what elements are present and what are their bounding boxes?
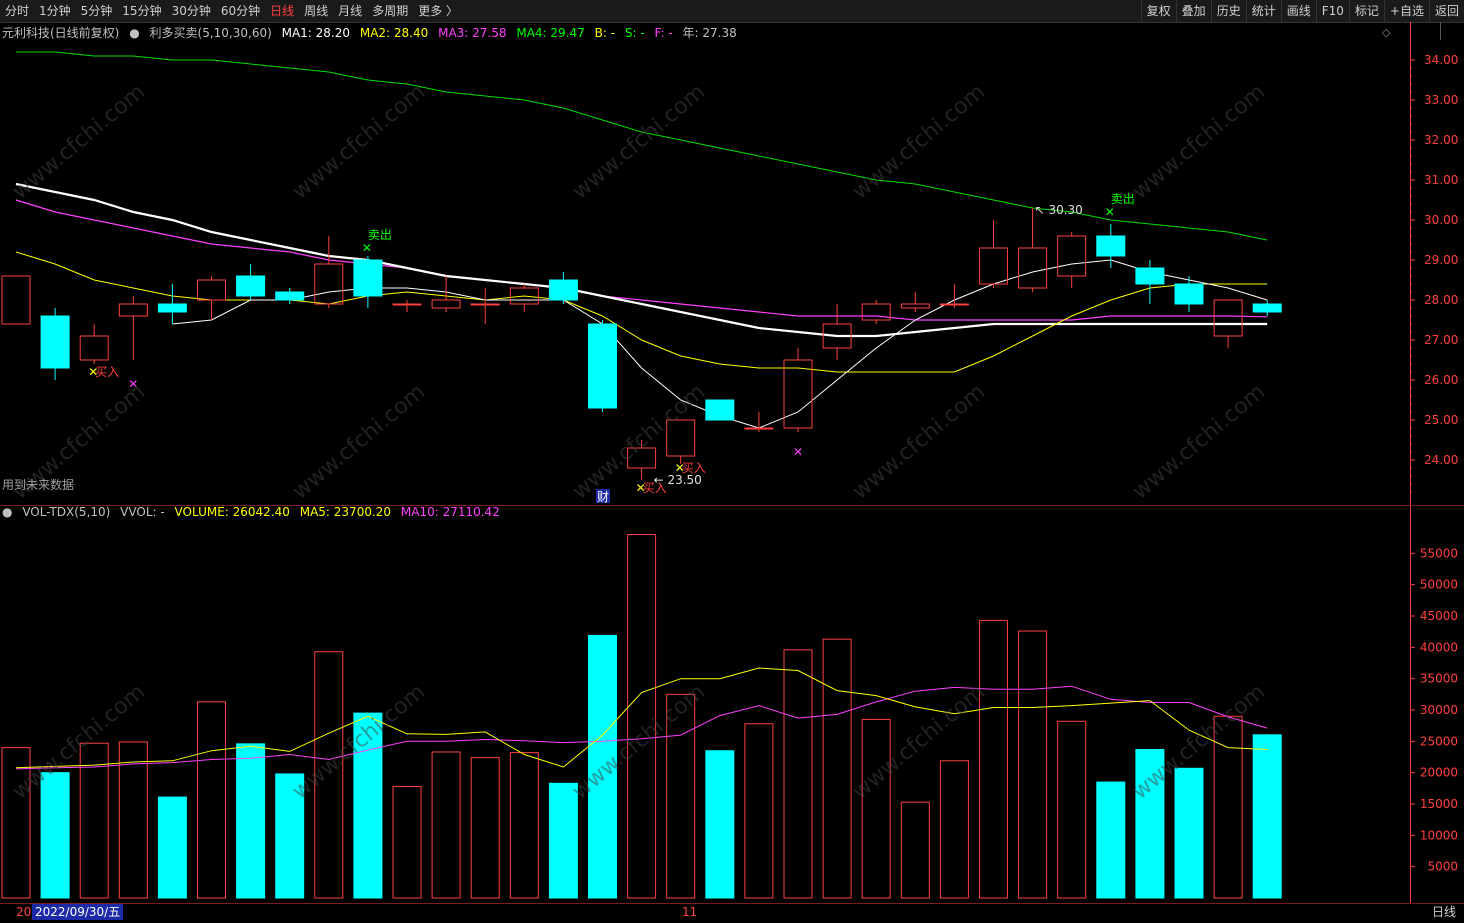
watermark: www.cfchi.com	[1128, 79, 1270, 204]
candle-body	[1174, 283, 1204, 305]
candle-body	[548, 279, 578, 301]
candle-body	[1252, 303, 1282, 313]
volume-tick-label: 15000	[1420, 797, 1458, 811]
volume-bar	[1174, 767, 1204, 899]
volume-bar	[705, 750, 735, 899]
volume-bar	[40, 772, 70, 899]
price-tick-label: 25.00	[1424, 413, 1458, 427]
sell-marker: ✕	[362, 241, 372, 255]
volume-tick-label: 55000	[1420, 546, 1458, 560]
volume-bar	[861, 718, 891, 899]
future-data-note: 用到未来数据	[2, 478, 75, 492]
volume-bar	[822, 638, 852, 899]
price-tick-label: 31.00	[1424, 173, 1458, 187]
candle-body	[275, 291, 305, 301]
price-tick-label: 26.00	[1424, 373, 1458, 387]
candle-body	[353, 259, 383, 297]
diamond-icon: ◇	[1382, 26, 1391, 39]
date-axis-bar	[0, 903, 1464, 923]
candle-body	[197, 279, 226, 301]
ma2-line	[15, 251, 1268, 373]
volume-bar	[118, 741, 148, 899]
volume-tick-label: 10000	[1420, 828, 1458, 842]
price-tick-label: 34.00	[1424, 53, 1458, 67]
candle-body	[157, 303, 187, 313]
volume-bar	[1252, 734, 1282, 899]
month-mark: 11	[682, 905, 698, 919]
chart-canvas[interactable]: ◇ 24.00 25.00 26.00 27.00 28.00 29.00 30.00 31.0…	[0, 0, 1464, 922]
candle-body	[1213, 299, 1243, 337]
cross-marker: ✕	[793, 445, 803, 459]
candle-body	[470, 303, 500, 306]
watermark: www.cfchi.com	[288, 379, 430, 504]
candle-body	[79, 335, 109, 361]
volume-bar	[197, 701, 226, 899]
volume-tick-label: 20000	[1420, 766, 1458, 780]
cursor-date: 2022/09/30/五	[32, 904, 124, 920]
volume-bar	[392, 785, 422, 899]
candle-body	[40, 315, 70, 369]
sell-marker: ✕	[1105, 205, 1115, 219]
candle-body	[1, 275, 31, 325]
volume-bar	[939, 760, 969, 899]
volume-bar	[431, 751, 461, 899]
price-tick-label: 28.00	[1424, 293, 1458, 307]
volume-bar	[157, 796, 187, 899]
volume-bar	[548, 782, 578, 899]
watermark: www.cfchi.com	[848, 79, 990, 204]
candle-body	[744, 427, 774, 430]
sell-label: 卖出	[368, 228, 392, 242]
sell-label: 卖出	[1111, 192, 1135, 206]
volume-bar	[1057, 720, 1087, 899]
volume-bar	[1018, 630, 1048, 899]
volume-bar	[979, 619, 1008, 899]
price-tick-label: 32.00	[1424, 133, 1458, 147]
price-tick-label: 27.00	[1424, 333, 1458, 347]
candle-body	[900, 303, 930, 309]
volume-tick-label: 5000	[1427, 860, 1458, 874]
high-label: ↖ 30.30	[1035, 203, 1083, 217]
candle-body	[314, 263, 344, 305]
volume-tick-label: 40000	[1420, 640, 1458, 654]
volume-bar	[470, 757, 500, 899]
price-tick-label: 30.00	[1424, 213, 1458, 227]
candle-body	[118, 303, 148, 317]
watermark: www.cfchi.com	[1128, 379, 1270, 504]
volume-bar	[783, 649, 813, 899]
volume-tick-label: 25000	[1420, 734, 1458, 748]
candle-body	[939, 303, 969, 306]
candle-body	[588, 323, 617, 409]
volume-bar	[900, 801, 930, 899]
candle-body	[431, 299, 461, 309]
volume-bar	[236, 743, 266, 899]
candle-body	[1096, 235, 1126, 257]
finance-mark: 财	[597, 490, 609, 504]
candle-body	[236, 275, 266, 297]
price-tick-label: 24.00	[1424, 453, 1458, 467]
watermark: www.cfchi.com	[848, 379, 990, 504]
volume-tick-label: 45000	[1420, 609, 1458, 623]
period-label[interactable]: 日线	[1432, 904, 1456, 920]
volume-bar	[1096, 781, 1126, 899]
low-label: ← 23.50	[654, 473, 702, 487]
volume-tick-label: 50000	[1420, 578, 1458, 592]
volume-tick-label: 35000	[1420, 672, 1458, 686]
candle-body	[1018, 247, 1048, 289]
volume-bar	[509, 752, 539, 899]
candle-body	[979, 247, 1008, 285]
candle-body	[1135, 267, 1165, 285]
buy-label: 买入	[95, 365, 119, 379]
ma3-line	[15, 199, 1268, 321]
volume-bar	[744, 723, 774, 899]
candle-body	[1057, 235, 1087, 277]
year-prefix: 20	[16, 905, 32, 919]
volume-tick-label: 30000	[1420, 703, 1458, 717]
price-tick-label: 33.00	[1424, 93, 1458, 107]
candle-body	[392, 303, 422, 306]
price-tick-label: 29.00	[1424, 253, 1458, 267]
candle-body	[783, 359, 813, 429]
candle-body	[705, 399, 735, 421]
watermark: www.cfchi.com	[288, 79, 430, 204]
watermark: www.cfchi.com	[8, 79, 150, 204]
